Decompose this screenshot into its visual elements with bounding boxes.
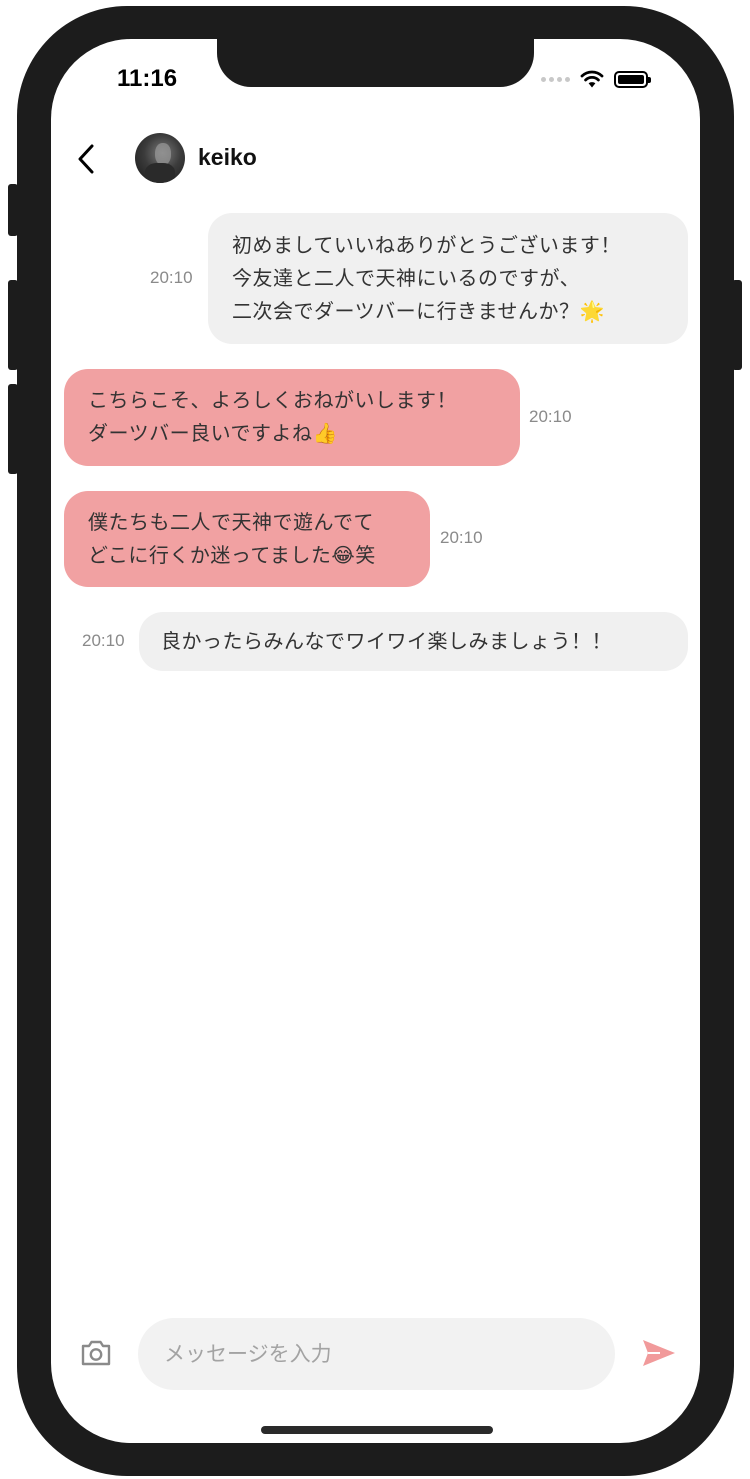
message-line: ダーツバー良いですよね👍 xyxy=(88,421,338,445)
message-line: どこに行くか迷ってました😂笑 xyxy=(88,543,376,567)
status-time: 11:16 xyxy=(117,65,178,92)
send-icon xyxy=(643,1340,675,1366)
camera-button[interactable] xyxy=(78,1335,114,1371)
outgoing-message-bubble: 僕たちも二人で天神で遊んでて どこに行くか迷ってました😂笑 xyxy=(64,491,430,587)
back-button[interactable] xyxy=(71,139,101,179)
chevron-left-icon xyxy=(78,144,94,174)
home-indicator xyxy=(261,1426,493,1434)
message-line: 初めましていいねありがとうございます！ xyxy=(232,233,621,257)
wifi-icon xyxy=(580,70,604,88)
send-button[interactable] xyxy=(639,1335,679,1371)
camera-icon xyxy=(81,1340,111,1366)
notch xyxy=(217,39,534,87)
incoming-message-bubble: 初めましていいねありがとうございます！ 今友達と二人で天神にいるのですが、 二次… xyxy=(208,213,688,344)
avatar[interactable] xyxy=(135,133,185,183)
message-line: こちらこそ、よろしくおねがいします！ xyxy=(88,388,457,412)
message-line: 今友達と二人で天神にいるのですが、 xyxy=(232,266,581,290)
message-time: 20:10 xyxy=(150,268,193,287)
chat-partner-name: keiko xyxy=(198,144,257,170)
message-input[interactable] xyxy=(138,1318,615,1390)
status-icons xyxy=(541,69,651,89)
message-line: 良かったらみんなでワイワイ楽しみましょう！！ xyxy=(161,629,612,653)
screen: 11:16 keiko 20:10 初めましていいねありがとうございます！ 今友… xyxy=(51,39,700,1443)
incoming-message-bubble: 良かったらみんなでワイワイ楽しみましょう！！ xyxy=(139,612,688,671)
phone-frame: 11:16 keiko 20:10 初めましていいねありがとうございます！ 今友… xyxy=(17,6,734,1476)
message-time: 20:10 xyxy=(440,528,483,547)
message-time: 20:10 xyxy=(82,631,125,650)
outgoing-message-bubble: こちらこそ、よろしくおねがいします！ ダーツバー良いですよね👍 xyxy=(64,369,520,466)
signal-icon xyxy=(541,76,570,82)
message-line: 僕たちも二人で天神で遊んでて xyxy=(88,510,374,534)
message-line: 二次会でダーツバーに行きませんか？🌟 xyxy=(232,299,605,323)
battery-icon xyxy=(614,70,651,88)
message-time: 20:10 xyxy=(529,407,572,426)
